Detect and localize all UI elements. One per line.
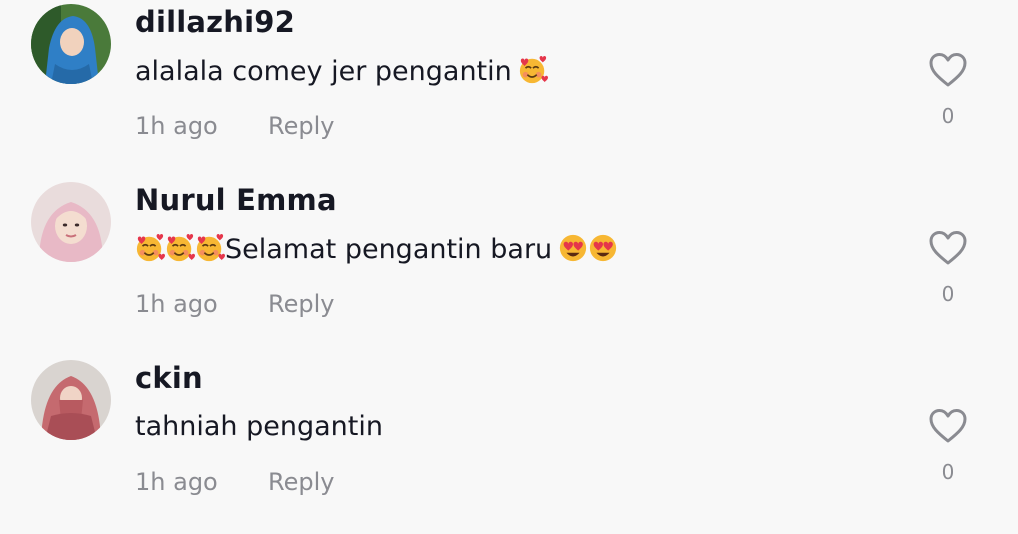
comment-username[interactable]: dillazhi92 [135, 5, 295, 39]
avatar[interactable] [31, 4, 111, 84]
comment-username[interactable]: ckin [135, 361, 203, 395]
reply-button[interactable]: Reply [268, 112, 334, 140]
comment-timestamp: 1h ago [135, 290, 218, 318]
reply-button[interactable]: Reply [268, 468, 334, 496]
comment-timestamp: 1h ago [135, 468, 218, 496]
reply-button[interactable]: Reply [268, 290, 334, 318]
smiling-face-with-hearts-icon [135, 233, 165, 263]
heart-icon[interactable] [928, 408, 968, 444]
smiling-face-with-hearts-icon [165, 233, 195, 263]
comment-body: Selamat pengantin baru [225, 234, 553, 265]
comment-text: Selamat pengantin baru [135, 233, 618, 265]
comment-username[interactable]: Nurul Emma [135, 183, 337, 217]
smiling-face-with-hearts-icon [195, 233, 225, 263]
avatar[interactable] [31, 182, 111, 262]
heart-icon[interactable] [928, 230, 968, 266]
comment-item: dillazhi92 alalala comey jer pengantin 1… [0, 0, 1018, 178]
like-count: 0 [941, 104, 955, 128]
like-count: 0 [941, 460, 955, 484]
comment-text: alalala comey jer pengantin [135, 55, 548, 87]
smiling-face-with-hearts-icon [518, 55, 548, 85]
comment-text: tahniah pengantin [135, 411, 383, 442]
comment-body: tahniah pengantin [135, 411, 383, 442]
avatar[interactable] [31, 360, 111, 440]
heart-eyes-icon [558, 233, 588, 263]
heart-eyes-icon [588, 233, 618, 263]
comment-timestamp: 1h ago [135, 112, 218, 140]
like-count: 0 [941, 282, 955, 306]
comment-body: alalala comey jer pengantin [135, 56, 512, 87]
comment-item: ckin tahniah pengantin 1h ago Reply 0 [0, 356, 1018, 534]
comment-item: Nurul Emma Selamat pengantin baru 1h ago… [0, 178, 1018, 356]
heart-icon[interactable] [928, 52, 968, 88]
